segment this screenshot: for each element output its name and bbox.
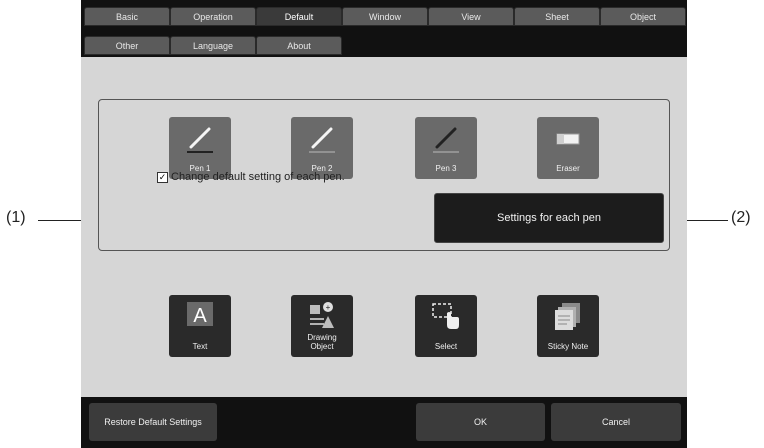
eraser-icon: [556, 133, 580, 145]
text-tool-label: Text: [192, 342, 208, 351]
tab-language[interactable]: Language: [170, 36, 256, 55]
change-default-checkbox[interactable]: ✓: [157, 171, 168, 183]
ok-button[interactable]: OK: [416, 403, 545, 441]
eraser-button[interactable]: Eraser: [537, 117, 599, 179]
tab-view[interactable]: View: [428, 7, 514, 26]
sticky-note-tool-button[interactable]: Sticky Note: [537, 295, 599, 357]
default-settings-panel: Pen 1 Pen 2 Pen 3 Eraser ✓ Change defaul…: [81, 57, 687, 397]
drawing-object-tool-button[interactable]: + Drawing Object: [291, 295, 353, 357]
pen-2-button[interactable]: Pen 2: [291, 117, 353, 179]
callout-1-label: (1): [6, 209, 26, 226]
sticky-note-tool-label: Sticky Note: [547, 342, 589, 351]
select-icon: [432, 303, 459, 329]
tab-sheet[interactable]: Sheet: [514, 7, 600, 26]
select-tool-label: Select: [434, 342, 458, 351]
pen-3-button[interactable]: Pen 3: [415, 117, 477, 179]
sticky-note-icon: [555, 303, 580, 330]
drawing-object-tool-label: Drawing Object: [307, 333, 337, 351]
restore-default-settings-button[interactable]: Restore Default Settings: [89, 403, 217, 441]
pen-icon: [187, 127, 213, 153]
drawing-object-icon: +: [310, 302, 334, 328]
settings-dialog: Basic Operation Default Window View Shee…: [81, 0, 687, 448]
change-default-checkbox-row[interactable]: ✓ Change default setting of each pen.: [157, 171, 345, 183]
text-icon: A: [187, 302, 213, 327]
tab-default[interactable]: Default: [256, 7, 342, 26]
tab-window[interactable]: Window: [342, 7, 428, 26]
pen-icon: [433, 127, 459, 153]
pen-1-button[interactable]: Pen 1: [169, 117, 231, 179]
settings-for-each-pen-button[interactable]: Settings for each pen: [434, 193, 664, 243]
svg-text:A: A: [193, 305, 207, 327]
tab-operation[interactable]: Operation: [170, 7, 256, 26]
eraser-label: Eraser: [556, 164, 580, 173]
pen-3-label: Pen 3: [435, 164, 457, 173]
change-default-checkbox-label: Change default setting of each pen.: [171, 171, 345, 183]
cancel-button[interactable]: Cancel: [551, 403, 681, 441]
select-tool-button[interactable]: Select: [415, 295, 477, 357]
callout-2-label: (2): [731, 209, 751, 226]
tab-other[interactable]: Other: [84, 36, 170, 55]
tab-object[interactable]: Object: [600, 7, 686, 26]
tab-basic[interactable]: Basic: [84, 7, 170, 26]
text-tool-button[interactable]: A Text: [169, 295, 231, 357]
tab-about[interactable]: About: [256, 36, 342, 55]
svg-text:+: +: [326, 303, 331, 312]
pen-icon: [309, 127, 335, 153]
